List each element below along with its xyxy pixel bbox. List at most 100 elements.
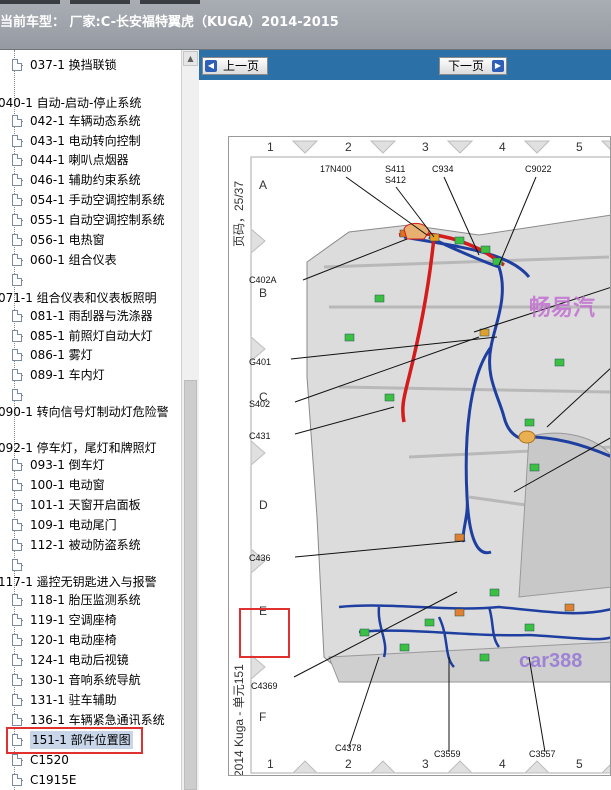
tree-item[interactable]: 046-1 辅助约束系统 xyxy=(0,171,181,189)
tree-item[interactable]: 101-1 天窗开启面板 xyxy=(0,496,181,514)
document-icon xyxy=(12,674,22,686)
tree-item[interactable]: 100-1 电动窗 xyxy=(0,476,181,494)
grid-marker-icon xyxy=(250,653,266,681)
document-icon xyxy=(12,714,22,726)
tree-group-item[interactable]: 092-1 停车灯，尾灯和牌照灯 xyxy=(0,439,181,457)
document-icon xyxy=(12,369,22,381)
document-icon xyxy=(12,194,22,206)
tree-item-label: 112-1 被动防盗系统 xyxy=(30,538,141,552)
component-label: C9022 xyxy=(525,164,552,174)
connector-mark xyxy=(359,628,370,637)
document-icon xyxy=(12,274,22,286)
tree-item[interactable]: 044-1 喇叭点烟器 xyxy=(0,151,181,169)
document-icon xyxy=(12,754,22,766)
tree-item[interactable]: 120-1 电动座椅 xyxy=(0,631,181,649)
tree-item[interactable]: 119-1 空调座椅 xyxy=(0,611,181,629)
tree-item[interactable] xyxy=(0,386,181,404)
component-label: C3559 xyxy=(434,749,461,759)
document-icon xyxy=(12,330,22,342)
component-label: C4369 xyxy=(251,681,278,691)
tree-item[interactable]: 089-1 车内灯 xyxy=(0,366,181,384)
tree-item[interactable] xyxy=(0,271,181,289)
tree-group-label: 040-1 自动-启动-停止系统 xyxy=(0,96,142,110)
connector-mark xyxy=(454,236,465,245)
document-icon xyxy=(12,254,22,266)
tree-item-label: 056-1 电热窗 xyxy=(30,233,105,247)
watermark-text-1: 畅易汽 xyxy=(529,295,595,320)
tree-item-label: 089-1 车内灯 xyxy=(30,368,105,382)
tree-group-item[interactable]: 117-1 遥控无钥匙进入与报警 xyxy=(0,573,181,591)
tree-item[interactable]: 055-1 自动空调控制系统 xyxy=(0,211,181,229)
document-icon xyxy=(12,594,22,606)
tree-group-label: 090-1 转向信号灯制动灯危险警 xyxy=(0,405,169,419)
grid-row-label: B xyxy=(259,286,267,300)
tree-item[interactable]: 037-1 换挡联锁 xyxy=(0,56,181,74)
tree-item-label: 055-1 自动空调控制系统 xyxy=(30,213,165,227)
grid-marker-icon xyxy=(291,140,319,154)
grid-marker-icon xyxy=(600,140,610,150)
tree-item[interactable] xyxy=(0,556,181,574)
prev-page-button[interactable]: ◀ 上一页 xyxy=(202,57,268,75)
scroll-up-arrow-icon[interactable]: ▲ xyxy=(183,51,198,66)
grid-column-label: 3 xyxy=(422,757,429,771)
component-label: C436 xyxy=(249,553,271,563)
tree-item-label: 037-1 换挡联锁 xyxy=(30,58,117,72)
tree-item[interactable]: 130-1 音响系统导航 xyxy=(0,671,181,689)
connector-mark xyxy=(344,333,355,342)
component-label: 17N400 xyxy=(320,164,352,174)
tree-item[interactable]: 042-1 车辆动态系统 xyxy=(0,112,181,130)
grid-marker-icon xyxy=(523,760,551,774)
diagram-viewer: ◀ 上一页 下一页 ▶ 12345 12345 ABCDEF 畅易汽 car38… xyxy=(199,50,611,790)
tree-item-label: 109-1 电动尾门 xyxy=(30,518,117,532)
tree-group-label: 117-1 遥控无钥匙进入与报警 xyxy=(0,575,157,589)
tree-item[interactable]: 086-1 雾灯 xyxy=(0,346,181,364)
tree-item[interactable]: 060-1 组合仪表 xyxy=(0,251,181,269)
tree-item-label: 131-1 驻车辅助 xyxy=(30,693,117,707)
tree-item[interactable]: 085-1 前照灯自动大灯 xyxy=(0,327,181,345)
document-icon xyxy=(12,694,22,706)
tree-item-label: 054-1 手动空调控制系统 xyxy=(30,193,165,207)
document-icon xyxy=(12,479,22,491)
tree-group-item[interactable]: 071-1 组合仪表和仪表板照明 xyxy=(0,289,181,307)
tree-item[interactable]: 081-1 雨刮器与洗涤器 xyxy=(0,307,181,325)
tree-item[interactable]: 054-1 手动空调控制系统 xyxy=(0,191,181,209)
document-tree[interactable]: 037-1 换挡联锁 040-1 自动-启动-停止系统 042-1 车辆动态系统 04… xyxy=(0,50,181,790)
tree-item[interactable]: 093-1 倒车灯 xyxy=(0,456,181,474)
document-icon xyxy=(12,389,22,401)
tree-group-item[interactable]: 040-1 自动-启动-停止系统 xyxy=(0,94,181,112)
tree-item[interactable]: C1915E xyxy=(0,771,181,789)
grid-column-label: 5 xyxy=(576,757,583,771)
document-icon xyxy=(12,154,22,166)
document-icon xyxy=(12,654,22,666)
grid-column-label: 2 xyxy=(345,757,352,771)
document-icon xyxy=(12,59,22,71)
connector-mark xyxy=(424,618,435,627)
tree-item-label: 124-1 电动后视镜 xyxy=(30,653,129,667)
tree-scrollbar[interactable]: ▲ xyxy=(181,50,199,790)
next-page-button[interactable]: 下一页 ▶ xyxy=(439,57,507,75)
page-nav-bar: ◀ 上一页 下一页 ▶ xyxy=(199,50,611,80)
tree-item[interactable]: 056-1 电热窗 xyxy=(0,231,181,249)
tree-item[interactable]: 043-1 电动转向控制 xyxy=(0,132,181,150)
tree-item-label: 044-1 喇叭点烟器 xyxy=(30,153,129,167)
connector-mark xyxy=(399,643,410,652)
grid-marker-icon xyxy=(250,227,266,255)
highlight-box-selected-item xyxy=(6,727,143,754)
component-location-diagram: 12345 12345 ABCDEF 畅易汽 car388 页码，25/37 2… xyxy=(232,140,610,775)
document-icon xyxy=(12,234,22,246)
grid-row-label: D xyxy=(259,498,268,512)
tree-item[interactable]: 131-1 驻车辅助 xyxy=(0,691,181,709)
tree-item[interactable]: 112-1 被动防盗系统 xyxy=(0,536,181,554)
highlight-box-c4369 xyxy=(239,608,290,658)
connector-mark xyxy=(479,653,490,662)
scroll-thumb[interactable] xyxy=(184,380,197,790)
tree-item-label: 081-1 雨刮器与洗涤器 xyxy=(30,309,153,323)
grid-column-label: 1 xyxy=(267,140,274,154)
tree-group-item[interactable]: 090-1 转向信号灯制动灯危险警 xyxy=(0,403,181,421)
tree-item[interactable]: 118-1 胎压监测系统 xyxy=(0,591,181,609)
document-icon xyxy=(12,310,22,322)
wiring-location-page: 12345 12345 ABCDEF 畅易汽 car388 页码，25/37 2… xyxy=(228,136,611,776)
tree-item[interactable]: 124-1 电动后视镜 xyxy=(0,651,181,669)
component-label: S411 xyxy=(385,164,405,174)
tree-item[interactable]: 109-1 电动尾门 xyxy=(0,516,181,534)
